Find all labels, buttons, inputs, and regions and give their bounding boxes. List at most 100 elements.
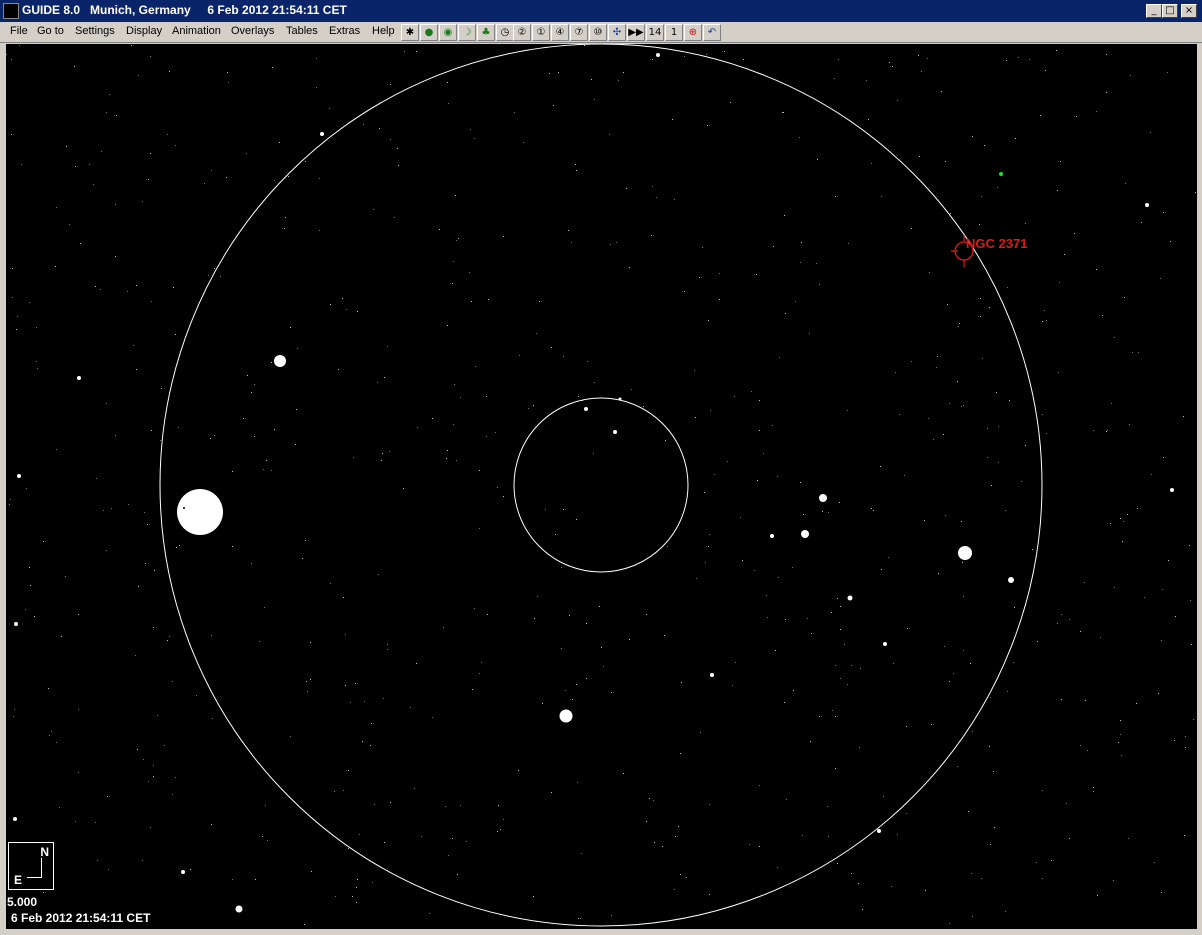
faint-star bbox=[1051, 860, 1052, 861]
crosshair-icon[interactable]: ⊕ bbox=[684, 24, 702, 41]
faint-star bbox=[167, 640, 168, 641]
faint-star bbox=[19, 45, 20, 46]
faint-star bbox=[290, 327, 291, 328]
object-label-ngc-2371[interactable]: NGC 2371 bbox=[966, 236, 1027, 251]
menu-overlays[interactable]: Overlays bbox=[231, 25, 274, 37]
faint-star bbox=[1154, 862, 1155, 863]
star[interactable] bbox=[770, 534, 774, 538]
star[interactable] bbox=[710, 673, 714, 677]
faint-star bbox=[892, 66, 893, 67]
star[interactable] bbox=[958, 546, 972, 560]
faint-star bbox=[694, 370, 695, 371]
telescope-icon[interactable]: ✱ bbox=[401, 24, 419, 41]
target-icon[interactable]: ◉ bbox=[439, 24, 457, 41]
level-7-icon[interactable]: ⑦ bbox=[570, 24, 588, 41]
faint-star bbox=[1130, 75, 1131, 76]
menu-goto[interactable]: Go to bbox=[37, 25, 64, 37]
step-1-icon[interactable]: 1 bbox=[665, 24, 683, 41]
faint-star bbox=[714, 474, 715, 475]
faint-star bbox=[69, 224, 70, 225]
level-10-icon[interactable]: ⑩ bbox=[589, 24, 607, 41]
level-1-icon[interactable]: ① bbox=[532, 24, 550, 41]
star[interactable] bbox=[877, 829, 881, 833]
menu-extras[interactable]: Extras bbox=[329, 25, 360, 37]
menu-animation[interactable]: Animation bbox=[172, 25, 221, 37]
faint-star bbox=[646, 614, 647, 615]
faint-star bbox=[1144, 597, 1145, 598]
faint-star bbox=[1100, 637, 1101, 638]
tree-icon[interactable]: ♣ bbox=[477, 24, 495, 41]
faint-star bbox=[947, 304, 948, 305]
faint-star bbox=[345, 685, 346, 686]
faint-star bbox=[991, 485, 992, 486]
clock-icon[interactable]: ◷ bbox=[496, 24, 514, 41]
star[interactable] bbox=[819, 494, 827, 502]
faint-star bbox=[998, 426, 999, 427]
star[interactable] bbox=[1145, 203, 1149, 207]
menu-display[interactable]: Display bbox=[126, 25, 162, 37]
star[interactable] bbox=[320, 132, 324, 136]
faint-star bbox=[897, 100, 898, 101]
star[interactable] bbox=[181, 870, 185, 874]
menu-tables[interactable]: Tables bbox=[286, 25, 318, 37]
faint-star bbox=[226, 177, 227, 178]
star[interactable] bbox=[14, 622, 18, 626]
faint-star bbox=[460, 805, 461, 806]
level-2-icon[interactable]: ② bbox=[513, 24, 531, 41]
faint-star bbox=[56, 207, 57, 208]
close-button[interactable]: × bbox=[1181, 4, 1197, 18]
faint-star bbox=[14, 709, 15, 710]
faint-star bbox=[1161, 640, 1162, 641]
star[interactable] bbox=[618, 397, 622, 401]
faint-star bbox=[370, 745, 371, 746]
faint-star bbox=[211, 170, 212, 171]
undo-icon[interactable]: ↶ bbox=[703, 24, 721, 41]
faint-star bbox=[453, 261, 454, 262]
maximize-button[interactable]: □ bbox=[1162, 4, 1178, 18]
faint-star bbox=[1183, 416, 1184, 417]
faint-star bbox=[290, 736, 291, 737]
faint-star bbox=[906, 813, 907, 814]
faint-star bbox=[811, 633, 812, 634]
faint-star bbox=[271, 470, 272, 471]
star[interactable] bbox=[847, 595, 853, 601]
fast-forward-icon[interactable]: ▶▶ bbox=[627, 24, 645, 41]
faint-star bbox=[1170, 241, 1171, 242]
star[interactable] bbox=[1008, 577, 1014, 583]
faint-star bbox=[142, 201, 143, 202]
moon-icon[interactable]: ☽ bbox=[458, 24, 476, 41]
star[interactable] bbox=[656, 53, 660, 57]
faint-star bbox=[1057, 623, 1058, 624]
menu-file[interactable]: File bbox=[10, 25, 28, 37]
star[interactable] bbox=[177, 489, 223, 535]
star[interactable] bbox=[17, 474, 21, 478]
faint-star bbox=[154, 570, 155, 571]
level-4-icon[interactable]: ④ bbox=[551, 24, 569, 41]
faint-star bbox=[1005, 911, 1006, 912]
faint-star bbox=[1080, 745, 1081, 746]
star[interactable] bbox=[613, 430, 617, 434]
menu-help[interactable]: Help bbox=[372, 25, 395, 37]
star[interactable] bbox=[274, 355, 286, 367]
star[interactable] bbox=[801, 530, 809, 538]
star-map[interactable]: NGC 2371 bbox=[6, 44, 1197, 929]
app-icon[interactable] bbox=[3, 3, 19, 19]
faint-star bbox=[1032, 549, 1033, 550]
star-field-icon[interactable]: ✣ bbox=[608, 24, 626, 41]
green-star[interactable] bbox=[999, 172, 1003, 176]
star[interactable] bbox=[235, 905, 243, 913]
star[interactable] bbox=[559, 709, 573, 723]
minimize-button[interactable]: _ bbox=[1146, 4, 1162, 18]
step-14-icon[interactable]: 14 bbox=[646, 24, 664, 41]
star[interactable] bbox=[77, 376, 81, 380]
star[interactable] bbox=[883, 642, 887, 646]
star[interactable] bbox=[1170, 488, 1174, 492]
faint-star bbox=[749, 844, 750, 845]
faint-star bbox=[95, 286, 96, 287]
star[interactable] bbox=[13, 817, 17, 821]
star[interactable] bbox=[584, 407, 588, 411]
sky-chart[interactable]: NGC 2371 N E 5.000 6 Feb 2012 21:54:11 C… bbox=[6, 44, 1197, 929]
menu-settings[interactable]: Settings bbox=[75, 25, 115, 37]
faint-star bbox=[51, 731, 52, 732]
planet-icon[interactable]: ● bbox=[420, 24, 438, 41]
